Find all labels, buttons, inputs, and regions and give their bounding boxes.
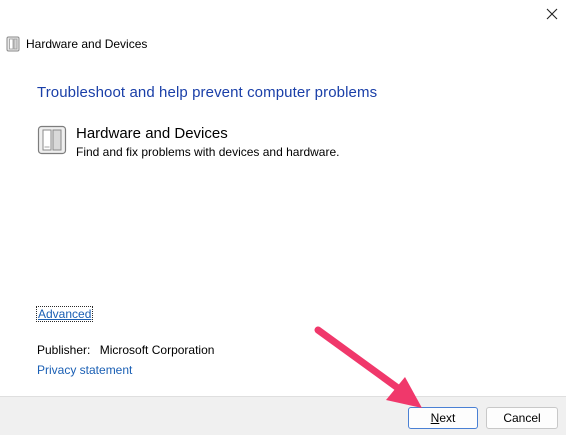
close-icon	[546, 8, 558, 20]
hardware-devices-icon	[37, 125, 67, 155]
publisher-label: Publisher:	[37, 343, 91, 357]
footer-bar: Next Cancel	[0, 396, 566, 435]
advanced-link[interactable]: Advanced	[35, 306, 94, 322]
close-button[interactable]	[538, 0, 566, 28]
troubleshooter-item: Hardware and Devices Find and fix proble…	[37, 124, 339, 159]
title-bar: Hardware and Devices	[6, 35, 147, 53]
cancel-button[interactable]: Cancel	[486, 407, 558, 429]
publisher-value: Microsoft Corporation	[99, 343, 215, 357]
hardware-devices-icon	[6, 36, 20, 52]
next-button[interactable]: Next	[408, 407, 478, 429]
publisher-info: Publisher: Microsoft Corporation	[37, 343, 214, 357]
next-mnemonic: N	[430, 411, 440, 425]
privacy-statement-link[interactable]: Privacy statement	[37, 363, 132, 377]
troubleshooter-window: Hardware and Devices Troubleshoot and he…	[0, 0, 566, 435]
item-description: Find and fix problems with devices and h…	[76, 145, 340, 159]
item-title: Hardware and Devices	[76, 125, 228, 142]
item-text: Hardware and Devices Find and fix proble…	[76, 124, 339, 159]
page-heading: Troubleshoot and help prevent computer p…	[37, 84, 378, 101]
window-title: Hardware and Devices	[26, 37, 148, 51]
next-label: ext	[439, 411, 456, 425]
